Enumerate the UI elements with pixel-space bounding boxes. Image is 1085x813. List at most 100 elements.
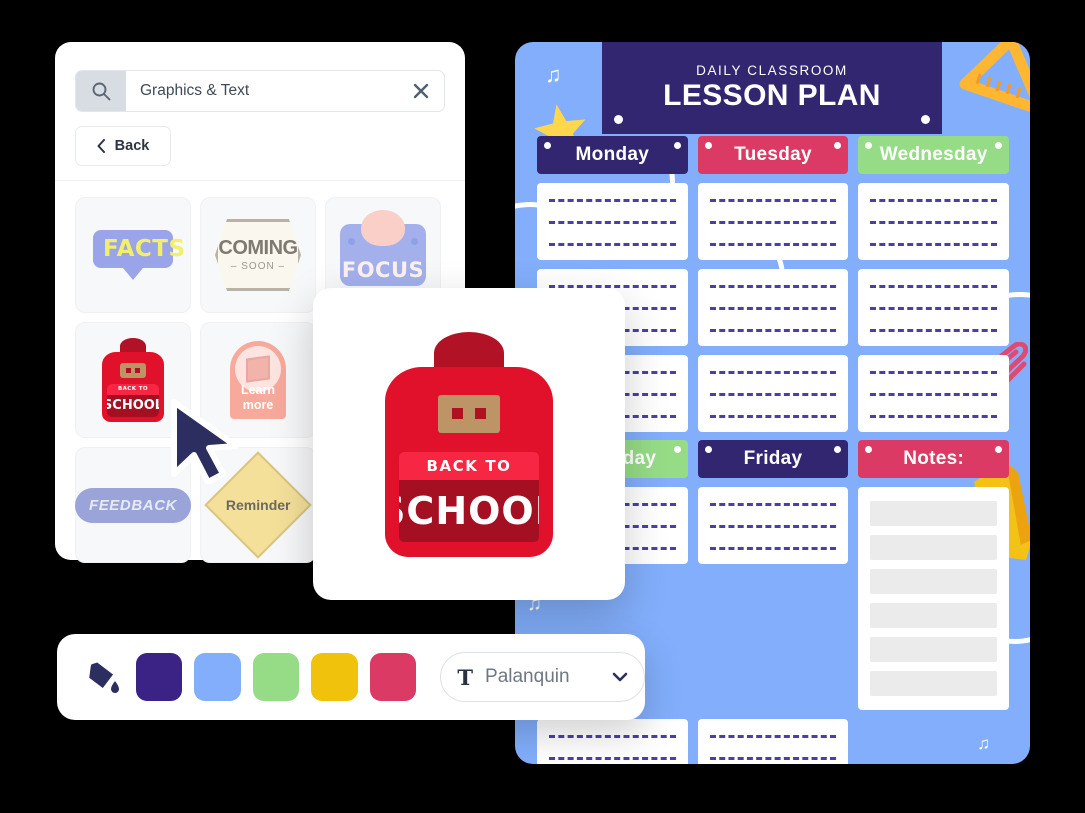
coming-soon-sublabel: – SOON – (230, 261, 286, 272)
pin-dot (995, 142, 1003, 149)
font-family-select[interactable]: T Palanquin (440, 652, 646, 702)
pin-dot (544, 142, 551, 149)
swatch-green[interactable] (252, 653, 300, 701)
write-line (709, 393, 837, 396)
lesson-cell[interactable] (697, 355, 849, 432)
write-line (870, 199, 998, 202)
bag-label-top: BACK TO (107, 383, 159, 395)
day-column-monday[interactable]: Monday (537, 136, 688, 174)
book-icon (246, 355, 270, 383)
pin-dot (995, 446, 1003, 453)
back-button[interactable]: Back (75, 126, 171, 166)
day-label: Wednesday (879, 144, 988, 165)
ruler-icon (959, 42, 1030, 113)
write-line (549, 199, 676, 202)
facts-sticker-label: FACTS (93, 230, 185, 268)
notes-bar (870, 603, 998, 628)
bag-label-bottom: SCHOOL (399, 488, 539, 533)
canvas-stage: ♫ ♫ ♫ ♫ (0, 0, 1085, 813)
write-line (709, 503, 837, 506)
write-line (709, 307, 837, 310)
day-label: Tuesday (734, 144, 812, 165)
focus-sticker: FOCUS (340, 210, 426, 286)
chevron-down-icon (612, 672, 628, 682)
coming-soon-label: COMING (218, 237, 298, 259)
mouse-cursor (171, 399, 239, 484)
lesson-cell[interactable] (537, 183, 688, 260)
chevron-left-icon (97, 139, 105, 153)
learn-more-label: Learn more (240, 383, 276, 412)
lesson-cell[interactable] (697, 269, 849, 346)
pin-dot (673, 142, 681, 149)
search-input[interactable] (126, 71, 398, 111)
paint-bucket-icon[interactable] (81, 659, 124, 695)
pin-dot (614, 115, 623, 124)
lesson-plan-title: LESSON PLAN (663, 79, 881, 112)
day-header-wednesday[interactable]: Wednesday (858, 136, 1010, 174)
lesson-cell[interactable] (537, 719, 688, 764)
swatch-pink[interactable] (369, 653, 417, 701)
pin-dot (865, 446, 873, 453)
pin-dot (673, 446, 681, 453)
day-label: Monday (575, 144, 650, 165)
day-header-friday[interactable]: Friday (697, 440, 849, 478)
day-header-notes[interactable]: Notes: (858, 440, 1010, 478)
write-line (709, 243, 837, 246)
pin-dot (834, 446, 842, 453)
focus-sticker-label: FOCUS (341, 258, 425, 282)
day-header-monday[interactable]: Monday (537, 136, 688, 174)
lesson-cell[interactable] (858, 355, 1010, 432)
write-line (709, 329, 837, 332)
sticker-preview-card[interactable]: BACK TO SCHOOL (313, 288, 625, 600)
write-line (709, 221, 837, 224)
swatch-blue[interactable] (194, 653, 241, 701)
entry-row (537, 719, 1009, 764)
feedback-sticker: FEEDBACK (74, 487, 192, 523)
write-line (870, 307, 998, 310)
write-line (870, 329, 998, 332)
lesson-cell[interactable] (697, 183, 849, 260)
write-line (709, 757, 837, 760)
clear-search-button[interactable] (398, 71, 444, 111)
swatch-purple[interactable] (135, 653, 183, 701)
write-line (709, 415, 837, 418)
write-line (549, 221, 676, 224)
day-header-tuesday[interactable]: Tuesday (697, 136, 849, 174)
write-line (870, 243, 998, 246)
day-column-tuesday[interactable]: Tuesday (697, 136, 849, 174)
write-line (549, 757, 676, 760)
pin-dot (834, 142, 842, 149)
day-column-notes[interactable]: Notes: (858, 440, 1010, 478)
style-toolbar: T Palanquin (57, 634, 646, 720)
lesson-cell[interactable] (697, 719, 849, 764)
swatch-yellow[interactable] (311, 653, 358, 701)
day-column-wednesday[interactable]: Wednesday (858, 136, 1010, 174)
write-line (870, 393, 998, 396)
notes-cell[interactable] (858, 487, 1010, 710)
bag-label-bottom: SCHOOL (107, 398, 159, 413)
write-line (709, 525, 837, 528)
lesson-cell[interactable] (858, 183, 1010, 260)
lesson-plan-title-banner[interactable]: DAILY CLASSROOM LESSON PLAN (602, 42, 942, 134)
pin-dot (865, 142, 873, 149)
write-line (549, 243, 676, 246)
write-line (709, 199, 837, 202)
write-line (709, 547, 837, 550)
lesson-cell[interactable] (858, 269, 1010, 346)
write-line (549, 735, 676, 738)
sticker-tile-facts[interactable]: FACTS (75, 197, 191, 313)
back-to-school-sticker-large: BACK TO SCHOOL (385, 331, 553, 557)
sticker-tile-coming-soon[interactable]: COMING – SOON – (200, 197, 316, 313)
notes-bar (870, 535, 998, 560)
write-line (709, 735, 837, 738)
day-column-friday[interactable]: Friday (697, 440, 849, 478)
day-header-row: Monday Tuesday Wednesday (537, 136, 1010, 174)
pin-dot (704, 446, 712, 453)
pin-dot (348, 238, 355, 245)
lesson-cell[interactable] (697, 487, 849, 564)
back-button-label: Back (114, 138, 150, 154)
search-bar[interactable] (75, 70, 445, 112)
write-line (709, 285, 837, 288)
text-tool-icon: T (457, 664, 474, 690)
speech-tail (123, 268, 143, 280)
